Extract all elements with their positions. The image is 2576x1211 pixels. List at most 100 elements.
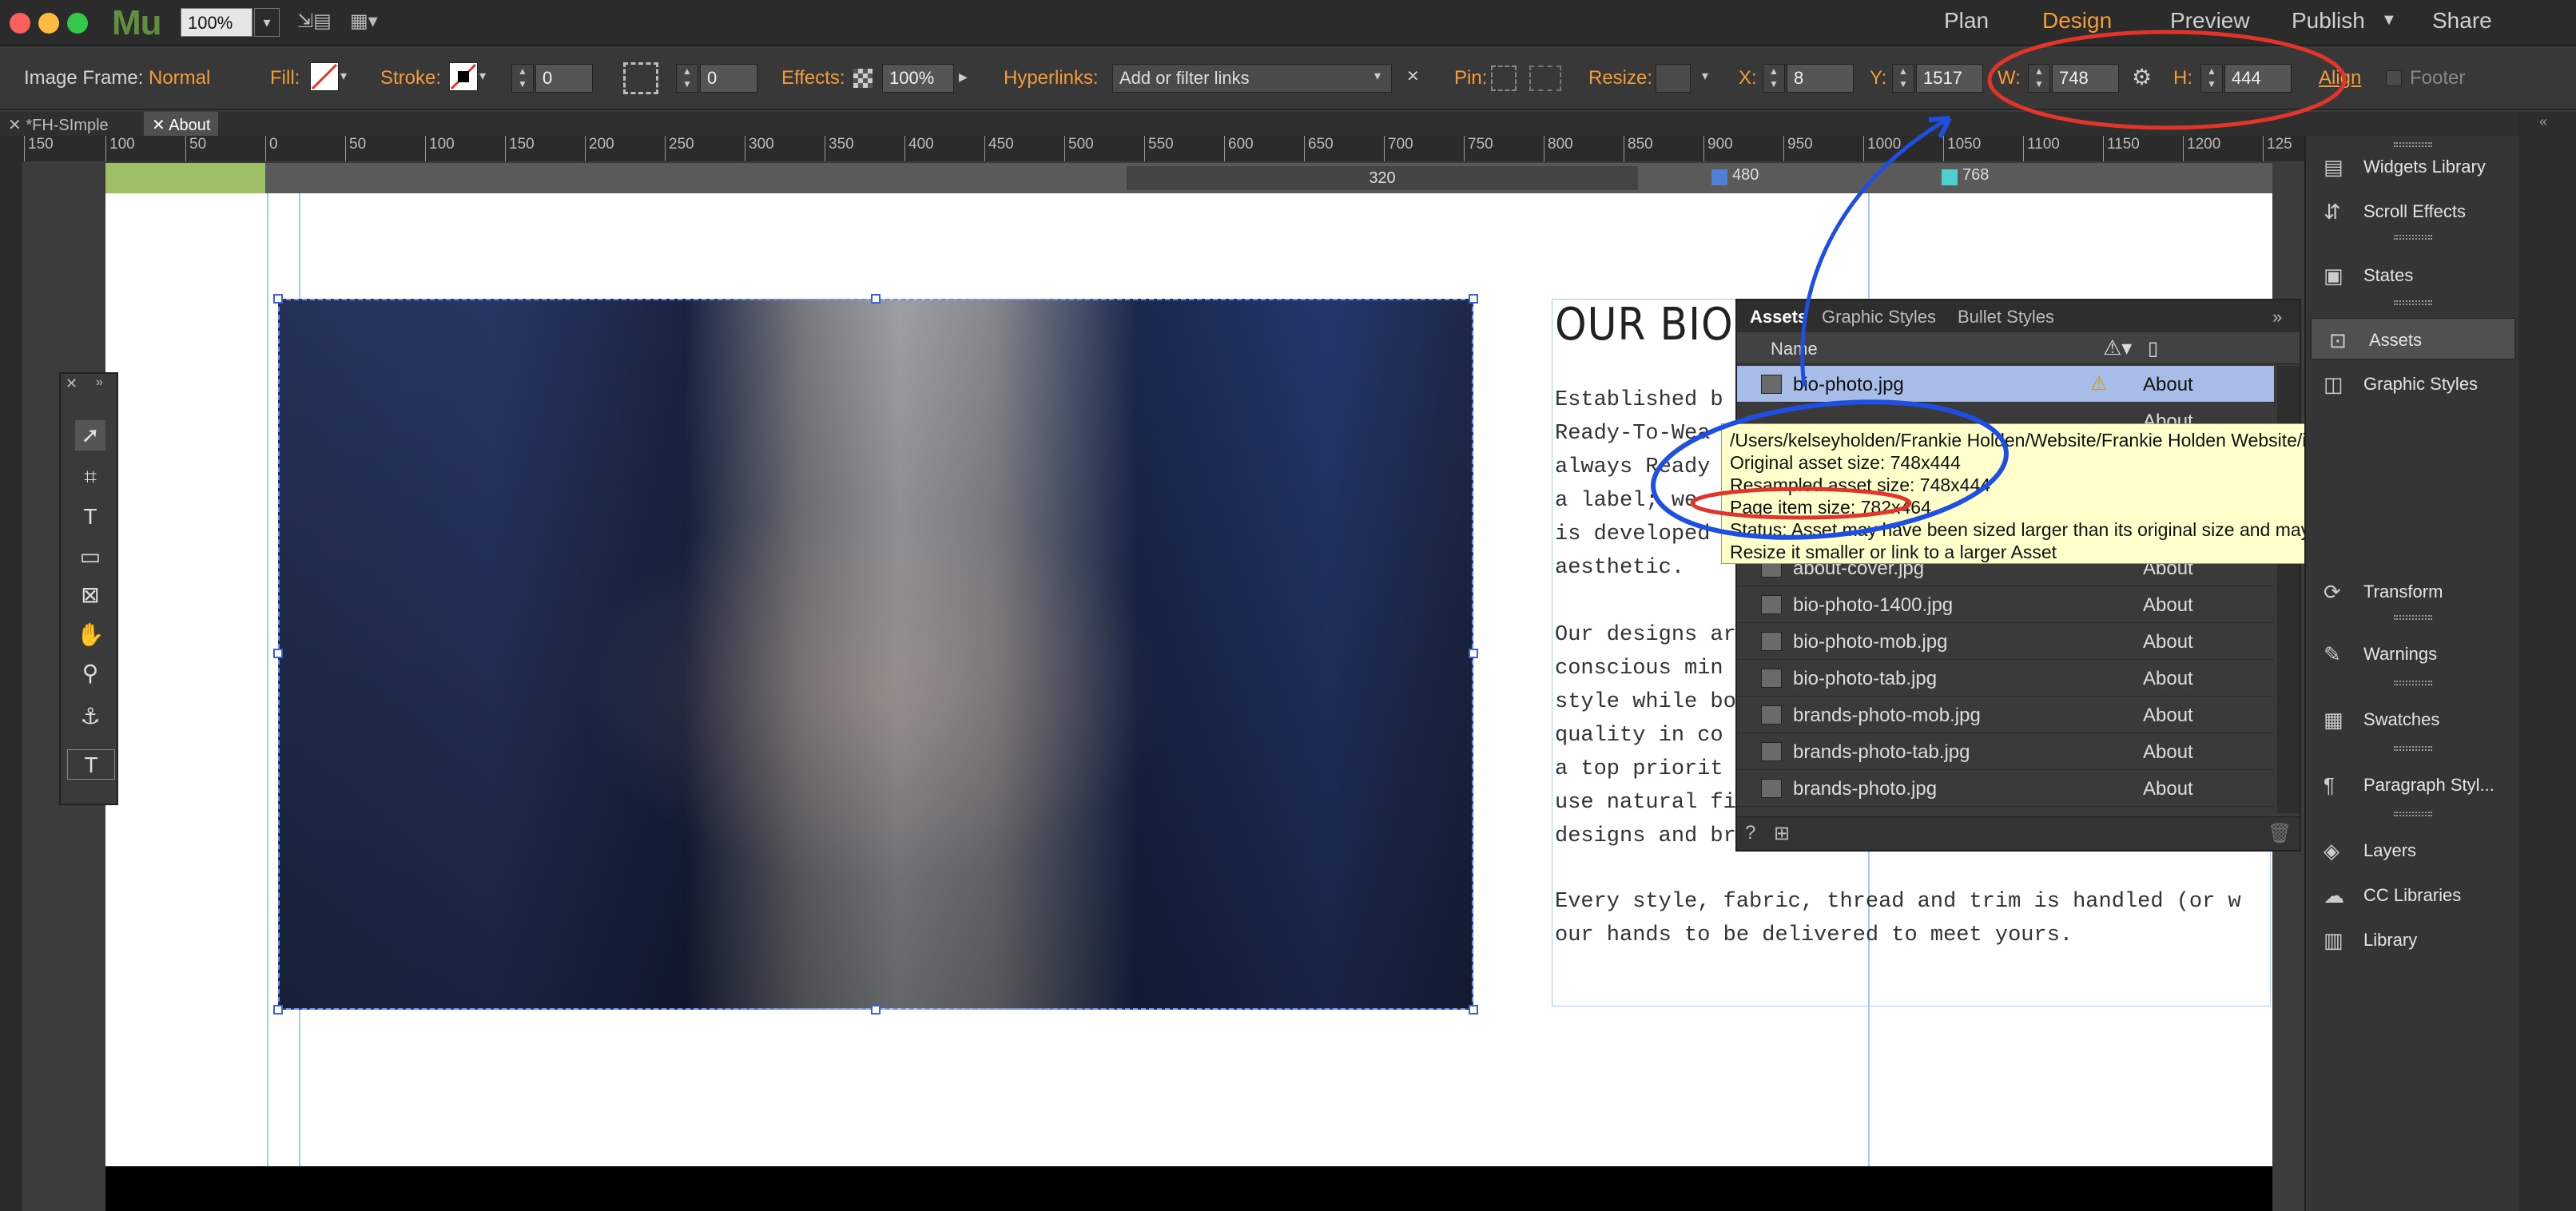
resize-handle[interactable] [1469,1005,1478,1014]
nav-preview[interactable]: Preview [2170,8,2250,34]
text-tool-icon[interactable]: T [75,502,105,532]
image-frame-value[interactable]: Normal [149,67,210,89]
window-close-button[interactable] [10,13,30,34]
panel-grip[interactable] [2394,235,2432,240]
selection-tool-icon[interactable]: ➚ [75,420,105,451]
asset-row[interactable]: brands-photo.jpg About [1737,770,2274,807]
resize-handle[interactable] [871,1005,881,1014]
panel-assets[interactable]: ⊡ Assets [2311,318,2515,359]
corner-stepper[interactable]: ▲ ▼ [676,64,698,93]
close-tab-icon[interactable]: ✕ [152,117,169,134]
clear-link-icon[interactable]: ✕ [1406,62,1422,91]
panel-cc-libraries[interactable]: ☁ CC Libraries [2306,874,2520,915]
panel-scroll-effects[interactable]: ⇵ Scroll Effects [2306,190,2520,232]
pin-grid-icon[interactable] [1529,66,1561,91]
expand-panel-icon[interactable]: » [2272,307,2282,328]
pin-icon[interactable] [1491,66,1517,91]
nav-design[interactable]: Design [2042,8,2112,34]
nav-publish[interactable]: Publish [2292,8,2365,34]
image-frame-tool-icon[interactable]: ⊠ [75,580,105,610]
panel-warnings[interactable]: ✎ Warnings [2306,633,2520,674]
anchor-tool-icon[interactable]: ⚓ [75,701,105,732]
warning-column-icon[interactable]: ⚠▾ [2103,336,2132,360]
breakpoint-range[interactable]: 320 [1127,166,1638,190]
constrain-proportions-icon[interactable]: ⚙ [2132,64,2152,90]
tab-graphic-styles[interactable]: Graphic Styles [1822,307,1936,328]
breakpoint-480-label[interactable]: 480 [1732,166,1759,185]
panel-grip[interactable] [2394,681,2432,685]
panel-grip[interactable] [2394,615,2432,620]
align-link[interactable]: Align [2319,67,2361,89]
resize-handle[interactable] [1469,649,1478,658]
column-name[interactable]: Name [1771,339,1818,359]
asset-row[interactable]: bio-photo-mob.jpg About [1737,623,2274,660]
crop-tool-icon[interactable]: ⌗ [75,462,105,492]
opacity-arrow-icon[interactable]: ▶ [959,62,975,91]
bio-heading[interactable]: OUR BIO: [1555,299,1747,351]
asset-row[interactable]: brands-photo-tab.jpg About [1737,733,2274,770]
asset-row[interactable]: bio-photo-tab.jpg About [1737,660,2274,697]
collapse-dock-icon[interactable]: « [2539,113,2547,130]
window-minimize-button[interactable] [38,13,59,34]
hyperlinks-input[interactable]: Add or filter links [1112,64,1392,93]
y-stepper[interactable]: ▲ ▼ [1892,64,1914,93]
x-field[interactable]: 8 [1787,64,1854,93]
panel-states[interactable]: ▣ States [2306,254,2520,296]
tab-fh-simple[interactable]: ✕ *FH-SImple [0,112,117,136]
zoom-tool-icon[interactable]: ⚲ [75,658,105,689]
panel-grip[interactable] [2394,300,2432,305]
w-field[interactable]: 748 [2052,64,2119,93]
close-tab-icon[interactable]: ✕ [8,117,26,134]
page-column-icon[interactable]: ▯ [2148,337,2158,360]
close-panel-icon[interactable]: ✕ [66,375,78,392]
h-field[interactable]: 444 [2224,64,2292,93]
corner-radius-field[interactable]: 0 [700,64,757,93]
footer-checkbox[interactable] [2386,70,2402,86]
hand-tool-icon[interactable]: ✋ [75,620,105,650]
w-stepper[interactable]: ▲ ▼ [2028,64,2050,93]
nav-plan[interactable]: Plan [1944,8,1989,34]
tab-bullet-styles[interactable]: Bullet Styles [1958,307,2054,328]
resize-handle[interactable] [273,294,283,304]
x-stepper[interactable]: ▲ ▼ [1763,64,1785,93]
panel-layers[interactable]: ◈ Layers [2306,829,2520,871]
asset-row[interactable]: brands-photo-mob.jpg About [1737,697,2274,733]
tab-assets[interactable]: Assets [1750,307,1807,328]
trash-icon[interactable]: 🗑 [2268,822,2292,845]
resize-mode-icon[interactable] [1656,64,1691,93]
resize-handle[interactable] [273,649,283,658]
place-file-icon[interactable]: ⇲▤ [297,10,332,35]
window-maximize-button[interactable] [67,13,88,34]
opacity-field[interactable]: 100% [882,64,954,93]
asset-row[interactable]: bio-photo.jpg ⚠ About [1737,366,2274,403]
nav-share[interactable]: Share [2432,8,2492,34]
layout-menu-icon[interactable]: ▦▾ [350,10,378,35]
fill-dropdown-icon[interactable]: ▾ [340,62,356,91]
zoom-field[interactable]: 100% [181,8,252,37]
panel-grip[interactable] [2394,746,2432,751]
help-icon[interactable]: ? [1745,822,1755,844]
panel-swatches[interactable]: ▦ Swatches [2306,698,2520,740]
resize-handle[interactable] [1469,294,1478,304]
relink-icon[interactable]: ⊞ [1774,822,1790,845]
stroke-stepper[interactable]: ▲ ▼ [511,64,534,93]
panel-library[interactable]: ▥ Library [2306,919,2520,960]
tab-about[interactable]: ✕ About [144,112,219,136]
zoom-dropdown-icon[interactable]: ▾ [254,8,280,37]
panel-grip[interactable] [2394,812,2432,816]
breakpoint-active-range[interactable] [105,163,265,193]
stroke-dropdown-icon[interactable]: ▾ [479,62,495,91]
stroke-swatch[interactable] [449,62,478,91]
y-field[interactable]: 1517 [1916,64,1983,93]
panel-paragraph-styles[interactable]: ¶ Paragraph Styl... [2306,764,2520,805]
fill-swatch[interactable] [310,62,339,91]
panel-widgets-library[interactable]: ▤ Widgets Library [2306,145,2520,187]
resize-handle[interactable] [871,294,881,304]
panel-transform[interactable]: ⟳ Transform [2306,570,2520,612]
resize-handle[interactable] [273,1005,283,1014]
publish-dropdown-icon[interactable]: ▼ [2381,11,2397,30]
collapse-panel-icon[interactable]: » [96,375,103,390]
hyperlinks-dropdown-icon[interactable]: ▾ [1374,62,1390,91]
breakpoint-768-label[interactable]: 768 [1962,166,1989,185]
h-stepper[interactable]: ▲ ▼ [2200,64,2223,93]
